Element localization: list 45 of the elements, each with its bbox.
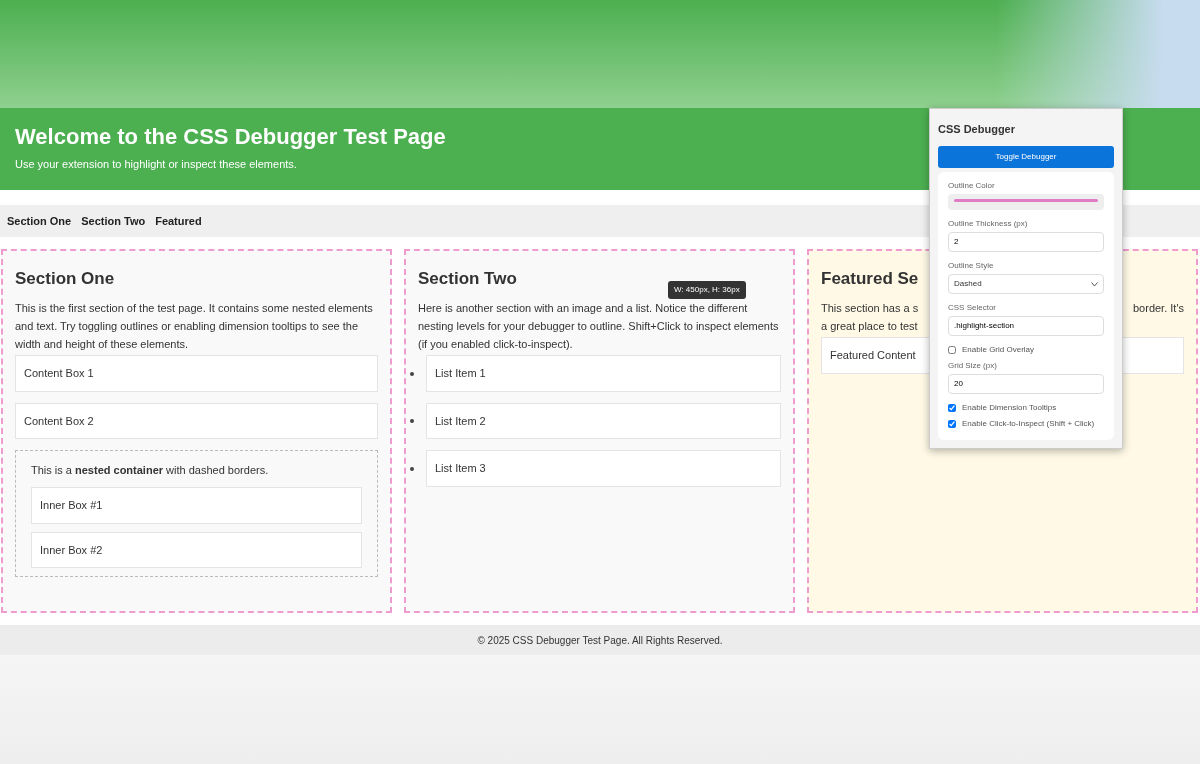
checkbox[interactable] [948, 404, 956, 413]
input-field[interactable]: .highlight-section [948, 316, 1104, 337]
popup-title: CSS Debugger [938, 123, 1016, 137]
list-item: List Item 3 [426, 450, 781, 487]
page-subtitle: Use your extension to highlight or inspect these elements. [15, 157, 297, 173]
nav-link[interactable]: Section One [7, 212, 72, 230]
section-heading: Section Two [418, 269, 517, 290]
color-field[interactable] [948, 194, 1104, 211]
input-field[interactable]: 2 [948, 232, 1104, 253]
checkbox-label: Enable Dimension Tooltips [962, 402, 1057, 415]
nav-link[interactable]: Featured [155, 212, 202, 230]
checkbox[interactable] [948, 346, 956, 355]
nav-link[interactable]: Section Two [81, 212, 146, 230]
input-field[interactable]: 20 [948, 374, 1104, 395]
dimension-tooltip: W: 450px, H: 36px [668, 281, 746, 299]
field-label: Outline Style [948, 260, 995, 273]
content-box: Content Box 2 [15, 402, 378, 440]
section-text: a great place to test [821, 319, 918, 335]
nested-text: This is a nested container with dashed borders. [31, 463, 270, 479]
list-item: List Item 1 [426, 355, 781, 392]
section-text: This is the first section of the test page. It contains some nested elements and text. Try toggling outlines or enabling dimension tooltips to see the width and height of these elements. [15, 301, 374, 353]
field-label: Outline Thickness (px) [948, 218, 1029, 231]
page-footer: © 2025 CSS Debugger Test Page. All Rights Reserved. [0, 625, 1200, 655]
checkbox-label: Enable Grid Overlay [962, 344, 1035, 357]
section-heading: Section One [15, 269, 115, 290]
page-title: Welcome to the CSS Debugger Test Page [15, 124, 446, 151]
bullet-icon [410, 371, 414, 376]
section-text: border. It's [1133, 301, 1184, 317]
field-label: CSS Selector [948, 302, 998, 315]
list-item: List Item 2 [426, 402, 781, 440]
section-text: Here is another section with an image and a list. Notice the different nesting levels for your debugger to outline. Shift+Click to inspect elements (if you enabled click-to-inspect). [418, 301, 780, 353]
section-heading: Featured Se [821, 269, 919, 290]
select-field[interactable]: Dashed [948, 274, 1104, 295]
checkbox-label: Enable Click-to-Inspect (Shift + Click) [962, 418, 1095, 431]
chevron-icon [1091, 281, 1098, 287]
inner-box: Inner Box #1 [31, 487, 362, 524]
inner-box: Inner Box #2 [31, 531, 362, 569]
field-label: Grid Size (px) [948, 360, 998, 373]
toggle-button[interactable]: Toggle Debugger [938, 146, 1114, 169]
bullet-icon [410, 466, 414, 471]
checkbox[interactable] [948, 420, 956, 429]
field-label: Outline Color [948, 180, 996, 193]
content-box: Content Box 1 [15, 355, 378, 392]
bullet-icon [410, 419, 414, 424]
section-text: This section has a s [821, 301, 919, 317]
